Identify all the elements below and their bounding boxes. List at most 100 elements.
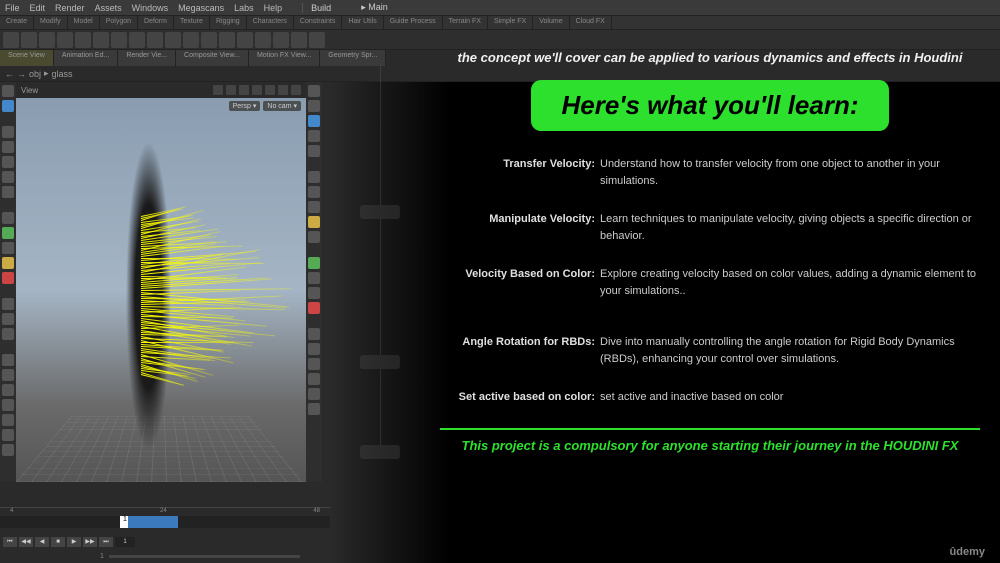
display-opt-1-icon[interactable] [308,257,320,269]
tool-line[interactable] [111,32,127,48]
display-opt-2-icon[interactable] [308,272,320,284]
bg-image-icon[interactable] [308,201,320,213]
stop-button[interactable]: ■ [51,537,65,547]
path-obj[interactable]: obj [29,69,41,79]
construction-plane-icon[interactable] [2,354,14,366]
misctool-1-icon[interactable] [2,414,14,426]
node-1[interactable] [360,205,400,219]
shelf-tab-guideprocess[interactable]: Guide Process [384,16,443,29]
nav-fwd-icon[interactable]: → [17,69,26,79]
tool-circle[interactable] [129,32,145,48]
shelf-tab-characters[interactable]: Characters [247,16,294,29]
floor-icon[interactable] [2,399,14,411]
magnet-tool-icon[interactable] [2,272,14,284]
ghost-tool-icon[interactable] [2,313,14,325]
menu-labs[interactable]: Labs [234,3,254,13]
display-shadedwire-icon[interactable] [308,145,320,157]
select-tool-icon[interactable] [2,85,14,97]
node-3[interactable] [360,445,400,459]
path-node-glass[interactable]: glass [52,69,73,79]
play-button[interactable]: ▶ [67,537,81,547]
shelf-tab-constraints[interactable]: Constraints [294,16,342,29]
handle-tool-icon[interactable] [2,141,14,153]
menu-windows[interactable]: Windows [132,3,169,13]
tab-animation-editor[interactable]: Animation Ed... [54,50,118,66]
misctool-3-icon[interactable] [2,444,14,456]
display-normals-icon[interactable] [308,100,320,112]
step-fwd-button[interactable]: ▶▶ [83,537,97,547]
menu-help[interactable]: Help [264,3,283,13]
lighting-icon[interactable] [308,171,320,183]
tool-grid[interactable] [75,32,91,48]
goto-start-button[interactable]: ⏮ [3,537,17,547]
misc-disp-3-icon[interactable] [308,358,320,370]
misc-disp-5-icon[interactable] [308,388,320,400]
tool-box[interactable] [3,32,19,48]
viewport-3d[interactable]: Persp ▾ No cam ▾ [16,98,306,482]
display-shaded-icon[interactable] [308,130,320,142]
misc-disp-4-icon[interactable] [308,373,320,385]
tab-render-view[interactable]: Render Vie... [118,50,176,66]
scale-tool-icon[interactable] [2,186,14,198]
timeline-selection[interactable] [128,516,178,528]
shelf-tab-deform[interactable]: Deform [138,16,174,29]
shelf-tab-hairutils[interactable]: Hair Utils [342,16,383,29]
misc-disp-2-icon[interactable] [308,343,320,355]
ghost-objs-icon[interactable] [308,186,320,198]
tool-torus[interactable] [57,32,73,48]
rotate-tool-icon[interactable] [2,171,14,183]
menu-render[interactable]: Render [55,3,85,13]
align-tool-icon[interactable] [2,227,14,239]
tool-tube[interactable] [39,32,55,48]
tool-sphere[interactable] [21,32,37,48]
tool-curve[interactable] [147,32,163,48]
misc-disp-1-icon[interactable] [308,328,320,340]
viewport-camera-icon[interactable] [226,85,236,95]
shelf-tab-rigging[interactable]: Rigging [210,16,247,29]
tab-motionfx-view[interactable]: Motion FX View... [249,50,320,66]
desktop-main[interactable]: ▸ Main [361,2,388,13]
view-menu-label[interactable]: View [21,86,38,95]
menu-assets[interactable]: Assets [95,3,122,13]
display-wireframe-icon[interactable] [308,115,320,127]
wireframe-mode-icon[interactable] [308,216,320,228]
shelf-tab-texture[interactable]: Texture [174,16,210,29]
shelf-tab-terrainfx[interactable]: Terrain FX [443,16,488,29]
desktop-build[interactable]: Build [302,3,331,13]
tool-spraypaint[interactable] [219,32,235,48]
menu-megascans[interactable]: Megascans [178,3,224,13]
tool-fracture[interactable] [309,32,325,48]
goto-end-button[interactable]: ⏭ [99,537,113,547]
tab-composite-view[interactable]: Composite View... [176,50,249,66]
tool-null[interactable] [93,32,109,48]
shelf-tab-model[interactable]: Model [68,16,100,29]
viewport-display-icon[interactable] [239,85,249,95]
viewport-flipbook-icon[interactable] [278,85,288,95]
grid-snap-icon[interactable] [2,242,14,254]
display-opt-4-icon[interactable] [308,302,320,314]
shelf-tab-cloudfx[interactable]: Cloud FX [570,16,612,29]
shelf-tab-polygon[interactable]: Polygon [100,16,138,29]
xray-tool-icon[interactable] [2,328,14,340]
nav-back-icon[interactable]: ← [5,69,14,79]
display-points-icon[interactable] [308,85,320,97]
tool-drawcurve[interactable] [183,32,199,48]
step-back-button[interactable]: ◀◀ [19,537,33,547]
viewport-render-icon[interactable] [252,85,262,95]
tool-curvebezier[interactable] [165,32,181,48]
tab-scene-view[interactable]: Scene View [0,50,54,66]
menu-file[interactable]: File [5,3,20,13]
move-tool-icon[interactable] [2,156,14,168]
camera-dropdown[interactable]: No cam ▾ [263,101,301,111]
viewport-snapshot-icon[interactable] [265,85,275,95]
misctool-2-icon[interactable] [2,429,14,441]
timeline-track[interactable]: 1 [0,516,330,528]
snap-tool-icon[interactable] [2,212,14,224]
ortho-grid-icon[interactable] [2,369,14,381]
arrow-tool-icon[interactable] [2,126,14,138]
visibility-tool-icon[interactable] [2,298,14,310]
ref-plane-icon[interactable] [2,384,14,396]
lock-tool-icon[interactable] [2,100,14,112]
menu-edit[interactable]: Edit [30,3,46,13]
viewport-layout-icon[interactable] [213,85,223,95]
